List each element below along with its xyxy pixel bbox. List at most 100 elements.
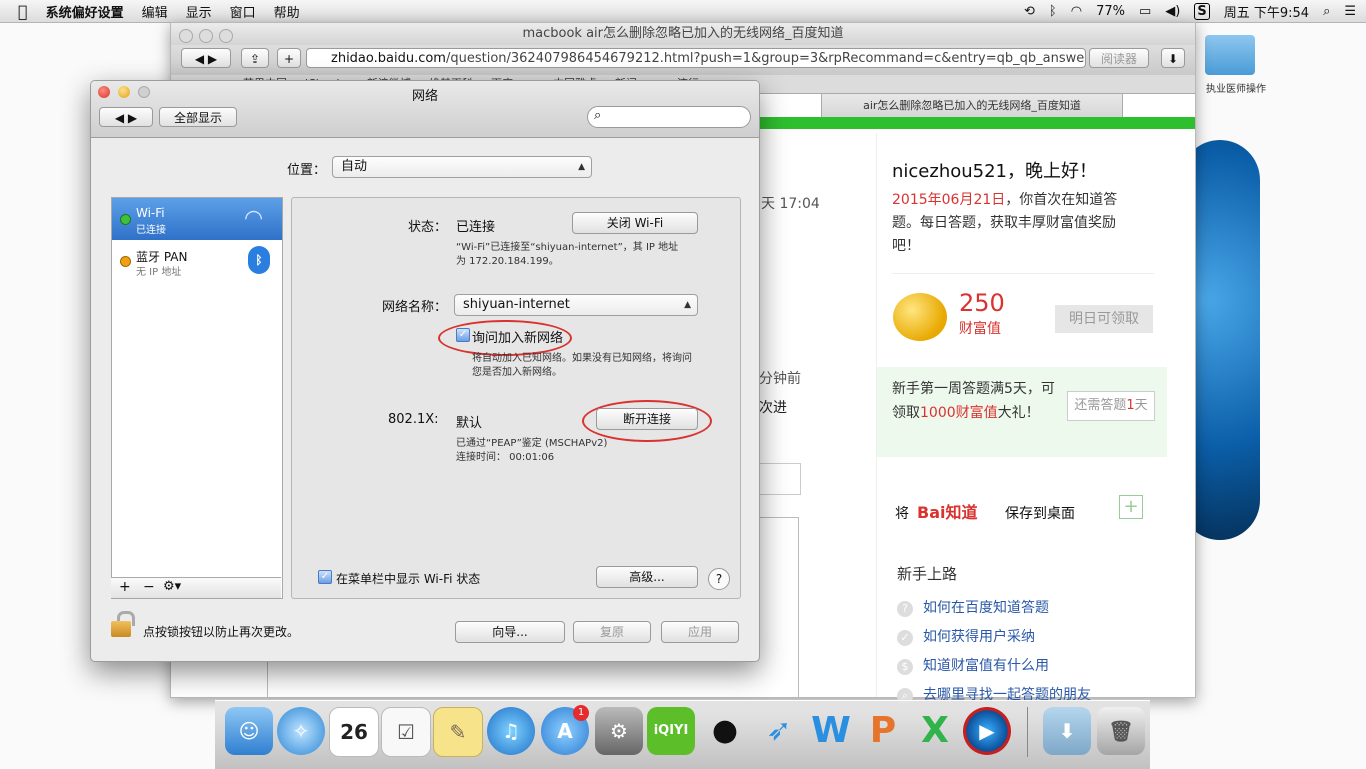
guide-link-1[interactable]: ? 如何在百度知道答题 <box>897 597 1049 617</box>
network-name-value: shiyuan-internet <box>463 297 570 312</box>
guide-link-1-text[interactable]: 如何在百度知道答题 <box>923 600 1049 616</box>
system-preferences-icon[interactable]: ⚙ <box>595 707 643 755</box>
lock-text: 点按锁按钮以防止再次更改。 <box>143 625 300 639</box>
back-forward-button[interactable]: ◀ ▶ <box>181 48 231 68</box>
calendar-icon[interactable]: 26 <box>329 707 379 757</box>
guide-link-3[interactable]: $ 知道财富值有什么用 <box>897 655 1049 675</box>
wifi-icon[interactable]: ◠ <box>1071 4 1082 19</box>
video-player-icon[interactable]: ▶ <box>963 707 1011 755</box>
baidu-sidebar: nicezhou521，晚上好！ 2015年06月21日，你首次在知道答题。每日… <box>876 133 1167 704</box>
browser-title: macbook air怎么删除忽略已加入的无线网络_百度知道 <box>171 23 1195 45</box>
guide-link-2-text[interactable]: 如何获得用户采纳 <box>923 629 1035 645</box>
lock-icon[interactable] <box>111 611 135 637</box>
claim-button[interactable]: 明日可领取 <box>1055 305 1153 333</box>
reminders-icon[interactable]: ☑ <box>381 707 431 757</box>
location-label: 位置： <box>287 163 327 178</box>
finder-icon[interactable]: ☺ <box>225 707 273 755</box>
apple-icon[interactable]:  <box>18 2 28 21</box>
add-tab-icon[interactable]: + <box>277 48 301 68</box>
wifi-detail-panel: 状态： 已连接 关闭 Wi-Fi “Wi-Fi”已连接至“shiyuan-int… <box>291 197 741 599</box>
menu-window[interactable]: 窗口 <box>230 2 256 21</box>
excel-icon[interactable]: X <box>911 707 959 755</box>
intro-date: 2015年06月21日 <box>892 192 1006 208</box>
qq-icon[interactable]: ● <box>701 707 749 755</box>
network-name-select[interactable]: shiyuan-internet ▲ <box>454 294 698 316</box>
status-label: 状态： <box>408 220 448 235</box>
itunes-icon[interactable]: ♫ <box>487 707 535 755</box>
location-select[interactable]: 自动 ▲ <box>332 156 592 178</box>
browser-close-icon[interactable] <box>179 29 193 43</box>
browser-zoom-icon[interactable] <box>219 29 233 43</box>
menu-app-name[interactable]: 系统偏好设置 <box>46 2 124 21</box>
answer-minutes: 分钟前 <box>759 371 801 387</box>
advanced-button[interactable]: 高级... <box>596 566 698 588</box>
bird-icon[interactable]: ➶ <box>755 707 803 755</box>
safari-icon[interactable]: ✧ <box>277 707 325 755</box>
clock[interactable]: 周五 下午9:54 <box>1224 2 1309 21</box>
volume-icon[interactable]: ◀) <box>1165 4 1180 19</box>
downloads-icon[interactable]: ⬇ <box>1161 48 1185 68</box>
share-icon[interactable]: ⇪ <box>241 48 269 68</box>
add-service-icon[interactable]: + <box>119 579 131 595</box>
dock-divider <box>1027 707 1028 757</box>
x8021-value: 默认 <box>456 416 483 431</box>
folder-icon[interactable] <box>1205 35 1255 75</box>
revert-button[interactable]: 复原 <box>573 621 651 643</box>
help-button[interactable]: ? <box>708 568 730 590</box>
show-all-button[interactable]: 全部显示 <box>159 107 237 127</box>
word-icon[interactable]: W <box>807 707 855 755</box>
guide-link-3-text[interactable]: 知道财富值有什么用 <box>923 658 1049 674</box>
show-menu-checkbox[interactable]: ✓ <box>318 570 332 584</box>
trash-icon[interactable]: 🗑 <box>1097 707 1145 755</box>
network-titlebar: 网络 ◀ ▶ 全部显示 ⌕ <box>91 81 759 138</box>
ask-join-checkbox[interactable]: ✓ <box>456 328 470 342</box>
guide-link-2[interactable]: ✓ 如何获得用户采纳 <box>897 626 1035 646</box>
service-bluetooth-pan[interactable]: 蓝牙 PAN 无 IP 地址 ᛒ <box>112 240 282 282</box>
battery-icon[interactable]: ▭ <box>1139 4 1151 19</box>
service-wifi-status: 已连接 <box>136 225 166 236</box>
turn-off-wifi-button[interactable]: 关闭 Wi-Fi <box>572 212 698 234</box>
reader-button[interactable]: 阅读器 <box>1089 48 1149 68</box>
updown-arrow-icon: ▲ <box>684 300 691 310</box>
back-forward-icon[interactable]: ◀ ▶ <box>99 107 153 127</box>
service-wifi[interactable]: Wi-Fi 已连接 ◠ <box>112 198 282 240</box>
ask-join-desc-line2: 您是否加入新网络。 <box>472 367 562 378</box>
divider <box>892 273 1154 274</box>
downloads-folder-icon[interactable]: ⬇ <box>1043 707 1091 755</box>
powerpoint-icon[interactable]: P <box>859 707 907 755</box>
answer-progress: 次进 <box>759 400 787 416</box>
dollar-icon: $ <box>897 659 913 675</box>
still-need-label: 还需答题 <box>1074 398 1127 413</box>
status-description-line1: “Wi-Fi”已连接至“shiyuan-internet”，其 IP 地址 <box>456 242 679 253</box>
iqiyi-icon[interactable]: iQIYI <box>647 707 695 755</box>
bluetooth-icon[interactable]: ᛒ <box>1049 4 1057 19</box>
notes-icon[interactable]: ✎ <box>433 707 483 757</box>
search-icon: ⌕ <box>594 108 602 123</box>
spotlight-icon[interactable]: ⌕ <box>1323 4 1330 19</box>
add-to-desktop-icon[interactable]: + <box>1119 495 1143 519</box>
app-store-badge: 1 <box>573 705 589 721</box>
browser-tab[interactable]: air怎么删除忽略已加入的无线网络_百度知道 <box>821 93 1123 118</box>
save-suffix: 保存到桌面 <box>1005 506 1075 522</box>
still-need-box: 还需答题1天 <box>1067 391 1155 421</box>
menu-edit[interactable]: 编辑 <box>142 2 168 21</box>
wealth-label: 财富值 <box>959 321 1001 337</box>
disconnect-button[interactable]: 断开连接 <box>596 408 698 430</box>
apply-button[interactable]: 应用 <box>661 621 739 643</box>
menu-help[interactable]: 帮助 <box>274 2 300 21</box>
time-machine-icon[interactable]: ⟲ <box>1024 4 1035 19</box>
gear-menu-icon[interactable]: ⚙▾ <box>163 579 181 594</box>
newbie-line3: 大礼！ <box>997 405 1040 421</box>
battery-text[interactable]: 77% <box>1096 4 1125 19</box>
assistant-button[interactable]: 向导... <box>455 621 565 643</box>
notification-center-icon[interactable]: ☰ <box>1344 4 1356 19</box>
address-bar[interactable]: zhidao.baidu.com/question/36240798645467… <box>306 48 1086 68</box>
sogou-icon[interactable]: S <box>1194 2 1210 20</box>
remove-service-icon[interactable]: − <box>143 579 155 595</box>
browser-minimize-icon[interactable] <box>199 29 213 43</box>
status-value: 已连接 <box>456 220 496 235</box>
newbie-text: 新手第一周答题满5天，可领取1000财富值大礼！ <box>892 377 1062 425</box>
menu-view[interactable]: 显示 <box>186 2 212 21</box>
service-bt-status: 无 IP 地址 <box>136 267 182 278</box>
search-field[interactable]: ⌕ <box>587 106 751 128</box>
